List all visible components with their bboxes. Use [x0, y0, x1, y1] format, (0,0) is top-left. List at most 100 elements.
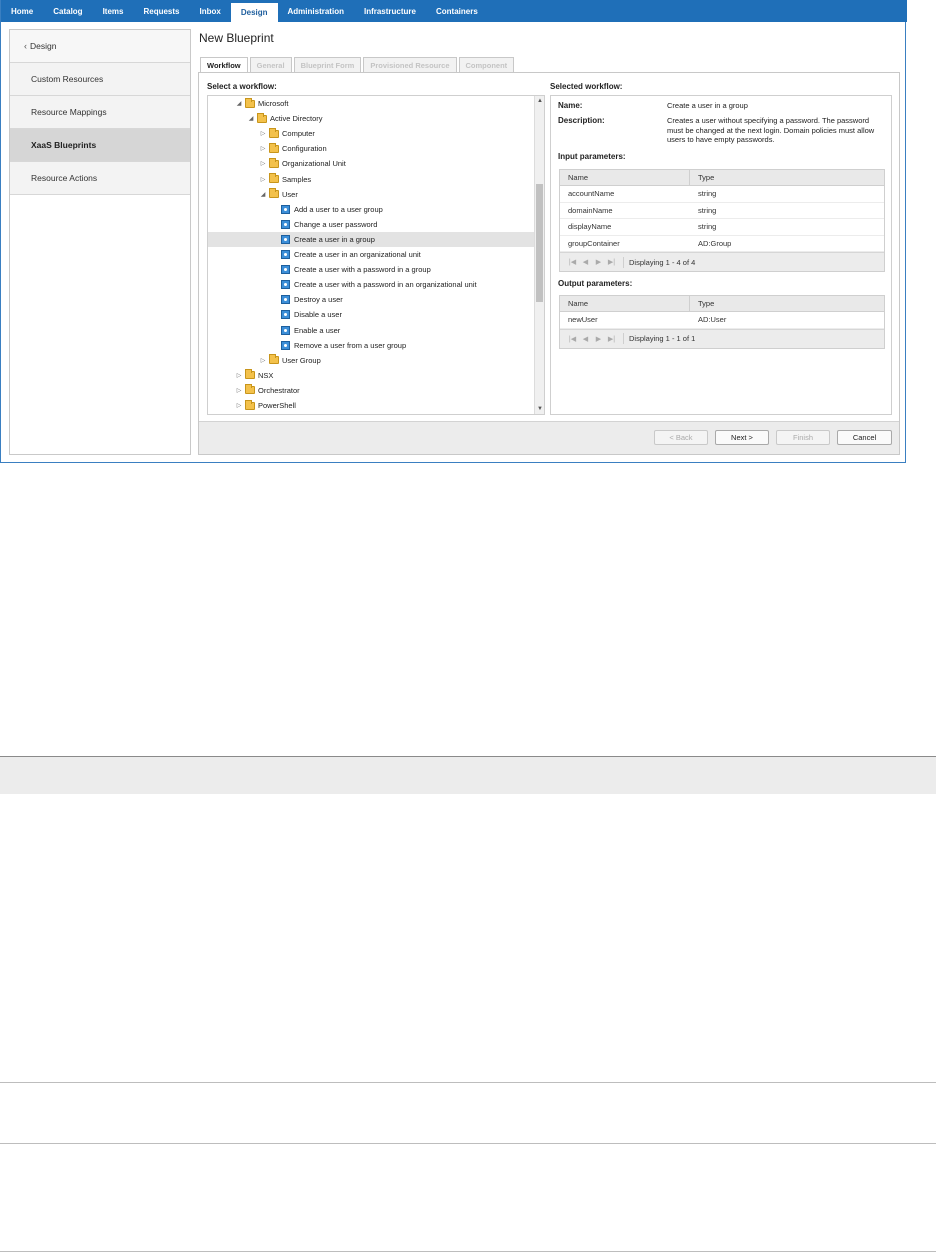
tab-workflow[interactable]: Workflow	[200, 57, 248, 73]
prev-page-icon[interactable]: ◀	[579, 258, 592, 266]
nav-tab-requests[interactable]: Requests	[133, 0, 189, 22]
param-type: string	[698, 205, 717, 215]
pager-divider	[623, 256, 624, 268]
tree-item-label: Create a user with a password in an orga…	[294, 280, 477, 290]
workflow-icon	[281, 219, 290, 229]
nav-tab-inbox[interactable]: Inbox	[190, 0, 231, 22]
last-page-icon[interactable]: ▶|	[605, 335, 618, 343]
cancel-button[interactable]: Cancel	[837, 430, 892, 445]
scroll-up-icon[interactable]: ▲	[535, 96, 544, 106]
tree-workflow[interactable]: Change a user password	[208, 217, 534, 232]
input-rows: accountName string domainName string display…	[560, 186, 884, 252]
tab-provisioned-resource[interactable]: Provisioned Resource	[363, 57, 457, 72]
next-button[interactable]: Next >	[715, 430, 769, 445]
sidebar-back-design[interactable]: ‹ Design	[10, 30, 190, 63]
tree-workflow[interactable]: Create a user with a password in an orga…	[208, 277, 534, 292]
tree-workflow[interactable]: Disable a user	[208, 307, 534, 322]
tree-folder[interactable]: ▷ User Group	[208, 353, 534, 368]
tree-folder[interactable]: ▷ NSX	[208, 368, 534, 383]
tree-scrollbar[interactable]: ▲ ▼	[534, 96, 544, 414]
workflow-icon	[281, 325, 290, 335]
table-row[interactable]: displayName string	[560, 219, 884, 236]
sidebar-item-xaas-blueprints[interactable]: XaaS Blueprints	[10, 129, 190, 162]
folder-icon	[245, 384, 255, 395]
nav-tab-catalog[interactable]: Catalog	[43, 0, 92, 22]
tree-folder[interactable]: ▷ Orchestrator	[208, 383, 534, 398]
tree-folder[interactable]: ◢ Microsoft	[208, 96, 534, 111]
collapse-triangle-icon[interactable]: ◢	[259, 191, 267, 198]
expand-triangle-icon[interactable]: ▷	[259, 130, 267, 137]
tree-workflow[interactable]: Remove a user from a user group	[208, 338, 534, 353]
nav-tab-containers[interactable]: Containers	[426, 0, 488, 22]
tree-workflow[interactable]: Destroy a user	[208, 292, 534, 307]
tree-workflow[interactable]: Create a user with a password in a group	[208, 262, 534, 277]
tree-folder[interactable]: ▷ Samples	[208, 172, 534, 187]
first-page-icon[interactable]: |◀	[566, 335, 579, 343]
table-row[interactable]: domainName string	[560, 203, 884, 219]
table-row[interactable]: newUser AD:User	[560, 312, 884, 329]
collapse-triangle-icon[interactable]: ◢	[235, 100, 243, 107]
expand-triangle-icon[interactable]: ▷	[259, 357, 267, 364]
tree-workflow[interactable]: Add a user to a user group	[208, 202, 534, 217]
scroll-down-icon[interactable]: ▼	[535, 404, 544, 414]
tree-folder[interactable]: ◢ User	[208, 187, 534, 202]
expand-triangle-icon[interactable]: ▷	[235, 372, 243, 379]
tab-blueprint-form[interactable]: Blueprint Form	[293, 57, 362, 72]
tree-folder[interactable]: ▷ Computer	[208, 126, 534, 141]
tree-workflow[interactable]: Enable a user	[208, 323, 534, 338]
tree-item-label: PowerShell	[258, 401, 296, 410]
column-header-type[interactable]: Type	[690, 296, 714, 311]
workflow-icon	[281, 310, 290, 320]
tab-component[interactable]: Component	[458, 57, 515, 72]
last-page-icon[interactable]: ▶|	[605, 258, 618, 266]
sidebar-item-custom-resources[interactable]: Custom Resources	[10, 63, 190, 96]
first-page-icon[interactable]: |◀	[566, 258, 579, 266]
expand-triangle-icon[interactable]: ▷	[235, 402, 243, 409]
tree-item-label: Microsoft	[258, 99, 289, 108]
name-label: Name:	[558, 101, 583, 110]
expand-triangle-icon[interactable]: ▷	[259, 160, 267, 167]
sidebar-item-resource-mappings[interactable]: Resource Mappings	[10, 96, 190, 129]
tree-folder[interactable]: ▷ Configuration	[208, 141, 534, 156]
next-page-icon[interactable]: ▶	[592, 258, 605, 266]
collapse-triangle-icon[interactable]: ◢	[247, 115, 255, 122]
tree-item-label: Active Directory	[270, 114, 323, 124]
nav-tab-home[interactable]: Home	[1, 0, 43, 22]
tree-workflow[interactable]: Create a user in a group	[208, 231, 534, 247]
finish-button[interactable]: Finish	[776, 430, 830, 445]
expand-triangle-icon[interactable]: ▷	[235, 387, 243, 394]
tree-item-label: Orchestrator	[258, 385, 300, 395]
column-header-type[interactable]: Type	[690, 170, 714, 185]
workflow-tree[interactable]: ◢ Microsoft ◢ Active Directory ▷ Computer ▷ Con…	[207, 95, 545, 415]
sidebar-item-resource-actions[interactable]: Resource Actions	[10, 162, 190, 195]
expand-triangle-icon[interactable]: ▷	[259, 176, 267, 183]
nav-tab-administration[interactable]: Administration	[278, 0, 354, 22]
page-title: New Blueprint	[199, 31, 274, 45]
prev-page-icon[interactable]: ◀	[579, 335, 592, 343]
wizard-panel: Select a workflow: Selected workflow: ◢ M…	[198, 72, 900, 455]
tree-folder[interactable]: ▷ PowerShell	[208, 398, 534, 413]
sidebar-items: Custom Resources Resource Mappings XaaS Bl…	[10, 63, 190, 195]
workflow-icon	[281, 340, 290, 350]
tree-folder[interactable]: ▷ Organizational Unit	[208, 156, 534, 171]
nav-tab-infrastructure[interactable]: Infrastructure	[354, 0, 426, 22]
column-header-name[interactable]: Name	[560, 170, 690, 185]
wizard-footer: < Back Next > Finish Cancel	[199, 421, 899, 454]
param-type: AD:User	[698, 315, 727, 325]
nav-tab-items[interactable]: Items	[93, 0, 134, 22]
column-header-name[interactable]: Name	[560, 296, 690, 311]
tab-general[interactable]: General	[249, 57, 292, 72]
table-row[interactable]: groupContainer AD:Group	[560, 236, 884, 252]
description-value: Creates a user without specifying a pass…	[667, 116, 875, 144]
scroll-thumb[interactable]	[536, 184, 543, 302]
back-button[interactable]: < Back	[654, 430, 708, 445]
folder-icon	[269, 354, 279, 365]
nav-tab-design[interactable]: Design	[230, 3, 278, 22]
folder-icon	[269, 173, 279, 183]
select-workflow-label: Select a workflow:	[207, 82, 277, 91]
tree-folder[interactable]: ◢ Active Directory	[208, 111, 534, 126]
tree-workflow[interactable]: Create a user in an organizational unit	[208, 247, 534, 262]
table-row[interactable]: accountName string	[560, 186, 884, 203]
next-page-icon[interactable]: ▶	[592, 335, 605, 343]
expand-triangle-icon[interactable]: ▷	[259, 145, 267, 152]
